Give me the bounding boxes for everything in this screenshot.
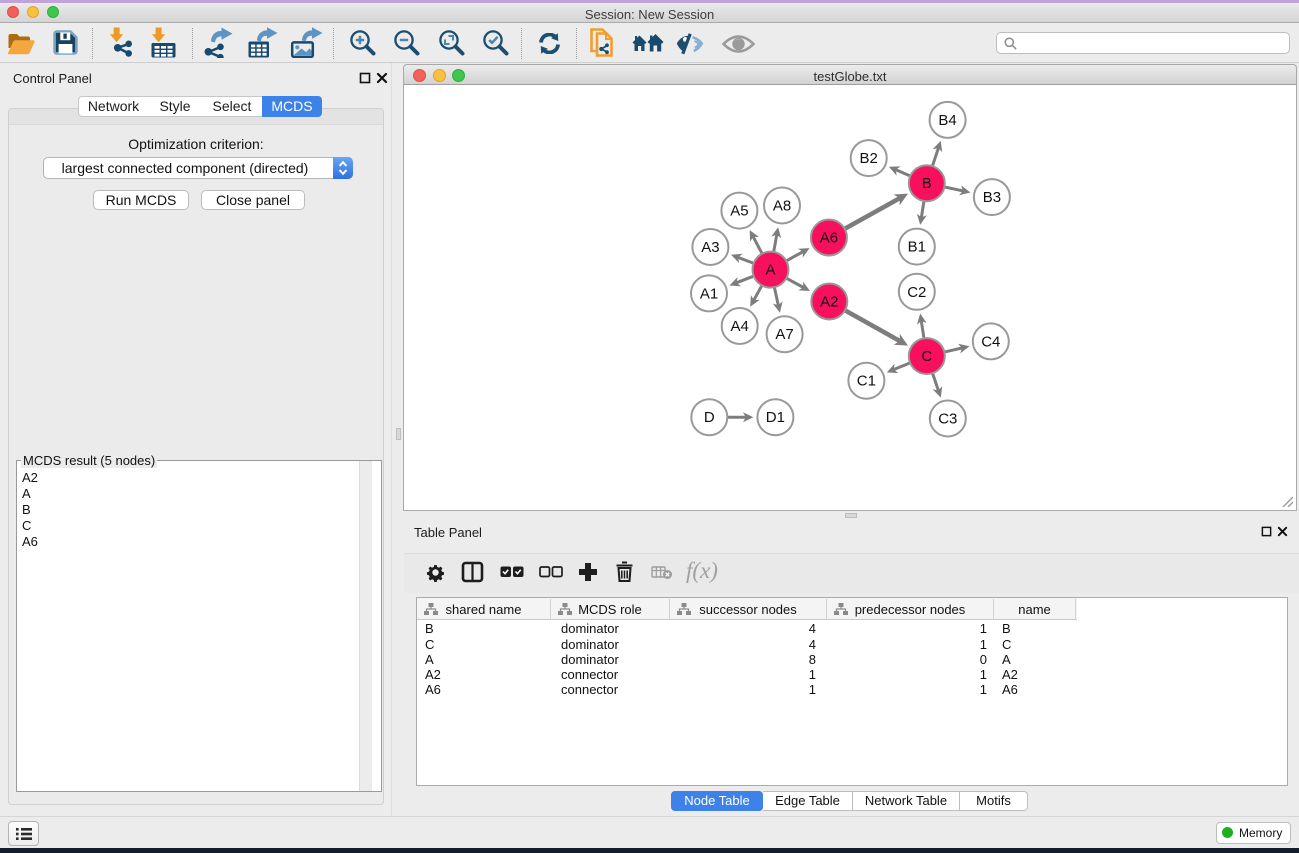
svg-text:A7: A7 xyxy=(775,326,793,343)
svg-text:D1: D1 xyxy=(766,409,785,426)
svg-text:A3: A3 xyxy=(701,239,719,256)
svg-text:B4: B4 xyxy=(938,112,956,129)
svg-text:A6: A6 xyxy=(820,230,838,247)
svg-text:C3: C3 xyxy=(938,411,957,428)
svg-text:C1: C1 xyxy=(857,373,876,390)
svg-text:C4: C4 xyxy=(981,333,1000,350)
svg-text:A8: A8 xyxy=(773,198,791,215)
svg-text:B: B xyxy=(922,175,932,192)
svg-text:B3: B3 xyxy=(983,189,1001,206)
svg-text:A2: A2 xyxy=(820,294,838,311)
svg-text:D: D xyxy=(704,409,715,426)
svg-text:B1: B1 xyxy=(908,239,926,256)
svg-text:C2: C2 xyxy=(907,284,926,301)
svg-text:A5: A5 xyxy=(730,203,748,220)
svg-text:A: A xyxy=(765,262,775,279)
svg-text:A1: A1 xyxy=(700,285,718,302)
svg-text:A4: A4 xyxy=(731,318,749,335)
svg-text:B2: B2 xyxy=(860,150,878,167)
svg-text:C: C xyxy=(921,348,932,365)
